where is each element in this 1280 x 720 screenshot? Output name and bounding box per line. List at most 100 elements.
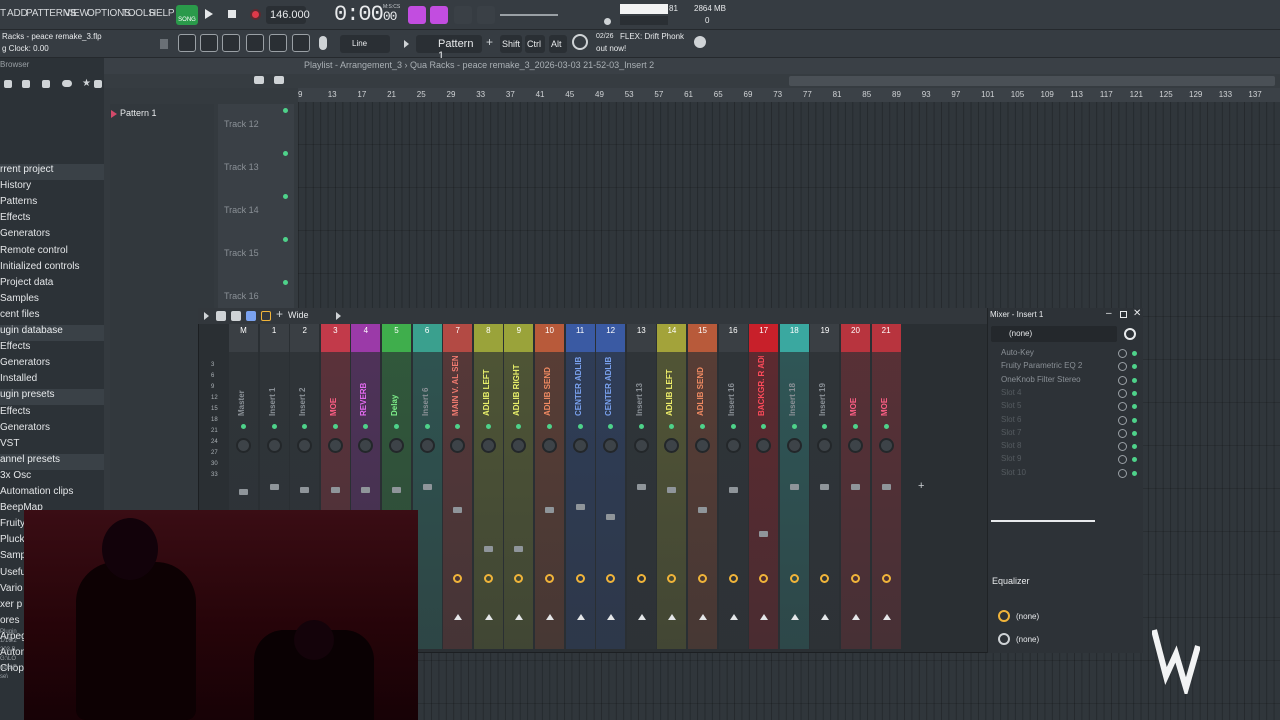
insert-slot-mix-knob[interactable]: [1118, 428, 1127, 438]
browser-item[interactable]: cent files: [0, 309, 104, 325]
browser-item[interactable]: Patterns: [0, 196, 104, 212]
mixer-route-arrow-icon[interactable]: [454, 614, 463, 620]
mixer-pan-knob[interactable]: [817, 438, 833, 453]
track-label[interactable]: Track 13: [224, 162, 259, 172]
mixer-pan-knob[interactable]: [725, 438, 741, 453]
insert-slot-mix-knob[interactable]: [1118, 349, 1127, 358]
browser-options-icon[interactable]: [94, 80, 102, 88]
mixer-strip[interactable]: 21 MOE: [871, 324, 901, 649]
insert-preset-selector[interactable]: (none): [991, 326, 1117, 342]
hint-title[interactable]: FLEX: Drift Phonk: [620, 32, 684, 41]
browser-section-header[interactable]: rrent project: [0, 164, 104, 180]
mixer-send-knob[interactable]: [453, 574, 463, 583]
mixer-strip[interactable]: 15 ADLIB SEND: [688, 324, 717, 649]
track-mute-led[interactable]: [283, 194, 288, 199]
mixer-pan-knob[interactable]: [786, 438, 802, 453]
master-pitch-knob[interactable]: [604, 18, 611, 25]
mixer-send-knob[interactable]: [789, 574, 799, 583]
browser-star-icon[interactable]: ★: [82, 78, 91, 89]
insert-maximize-icon[interactable]: [1120, 311, 1127, 318]
insert-slot-enable-led[interactable]: [1132, 351, 1137, 356]
mixer-send-knob[interactable]: [667, 574, 677, 583]
insert-slot-enable-led[interactable]: [1132, 417, 1137, 423]
mixer-strip-enable-led[interactable]: [638, 424, 644, 429]
pattern-list-item[interactable]: Pattern 1: [110, 108, 210, 120]
mixer-volume-fader[interactable]: [759, 531, 769, 537]
mixer-strip-enable-led[interactable]: [791, 424, 797, 429]
master-volume-slider[interactable]: [500, 14, 558, 16]
insert-slot[interactable]: Slot 9: [993, 454, 1115, 466]
mixer-pan-knob[interactable]: [756, 438, 772, 453]
mixer-strip[interactable]: 17 BACKGR. R ADLIB: [749, 324, 779, 649]
alt-key[interactable]: Alt: [549, 35, 567, 53]
browser-item[interactable]: Effects: [0, 212, 104, 228]
mixer-strip-enable-led[interactable]: [669, 424, 675, 429]
mixer-menu-icon[interactable]: [204, 312, 209, 320]
mixer-volume-fader[interactable]: [330, 487, 340, 493]
snap-selector[interactable]: Line: [340, 35, 390, 53]
mixer-width-label[interactable]: Wide: [288, 310, 309, 320]
browser-item[interactable]: Generators: [0, 357, 104, 373]
browser-item[interactable]: Effects: [0, 406, 104, 422]
mixer-send-knob[interactable]: [759, 574, 769, 583]
browser-section-header[interactable]: ugin presets: [0, 389, 104, 406]
track-label[interactable]: Track 12: [224, 119, 259, 129]
news-icon[interactable]: [572, 34, 588, 50]
mixer-send-knob[interactable]: [636, 574, 646, 583]
track-label[interactable]: Track 14: [224, 205, 259, 215]
mixer-pan-knob[interactable]: [419, 438, 435, 453]
mixer-strip-enable-led[interactable]: [302, 424, 308, 429]
mixer-strip[interactable]: 10 ADLIB SEND: [535, 324, 564, 649]
mixer-volume-fader[interactable]: [789, 484, 799, 490]
mixer-volume-fader[interactable]: [575, 504, 585, 510]
mixer-strip[interactable]: 11 CENTER ADLIB: [565, 324, 595, 649]
mixer-pan-knob[interactable]: [572, 438, 588, 453]
mixer-strip[interactable]: 7 MAIN V. AL SEND: [443, 324, 473, 649]
mixer-pan-knob[interactable]: [358, 438, 374, 453]
insert-slot[interactable]: Slot 6: [993, 415, 1115, 427]
mixer-pan-knob[interactable]: [327, 438, 343, 453]
mixer-export-icon[interactable]: [231, 311, 241, 321]
online-icon[interactable]: [694, 36, 706, 48]
record-icon[interactable]: [250, 9, 261, 20]
track-mute-led[interactable]: [283, 280, 288, 285]
mixer-strip-enable-led[interactable]: [883, 424, 889, 429]
browser-item[interactable]: Generators: [0, 228, 104, 244]
menu-add[interactable]: ADD: [7, 8, 28, 19]
mixer-route-arrow-icon[interactable]: [637, 614, 646, 620]
mixer-strip-enable-led[interactable]: [271, 424, 277, 429]
insert-clock-icon[interactable]: [1124, 328, 1136, 340]
mixer-route-arrow-icon[interactable]: [760, 614, 769, 620]
browser-section-header[interactable]: annel presets: [0, 453, 104, 470]
insert-slot[interactable]: Auto-Key: [993, 348, 1115, 360]
mixer-add-icon[interactable]: +: [276, 307, 283, 321]
blend-icon[interactable]: [454, 6, 472, 24]
mixer-pan-knob[interactable]: [848, 438, 863, 453]
mixer-route-arrow-icon[interactable]: [852, 614, 860, 620]
mixer-strip[interactable]: 9 ADLIB RIGHT: [504, 324, 534, 649]
track-mute-led[interactable]: [283, 108, 288, 113]
insert-slot-mix-knob[interactable]: [1118, 388, 1127, 398]
insert-slot[interactable]: Slot 4: [993, 388, 1115, 400]
mixer-expand-icon[interactable]: [336, 312, 341, 320]
mixer-volume-fader[interactable]: [514, 546, 524, 552]
mixer-strip-enable-led[interactable]: [700, 424, 705, 429]
mixer-route-arrow-icon[interactable]: [699, 614, 707, 620]
mixer-volume-fader[interactable]: [698, 507, 707, 513]
mixer-pan-knob[interactable]: [389, 438, 404, 453]
mixer-volume-fader[interactable]: [636, 484, 646, 490]
browser-item[interactable]: Initialized controls: [0, 261, 104, 277]
mixer-strip[interactable]: 8 ADLIB LEFT: [473, 324, 503, 649]
mixer-pan-knob[interactable]: [664, 438, 680, 453]
mixer-volume-fader[interactable]: [881, 484, 891, 490]
stop-icon[interactable]: [228, 10, 236, 18]
browser-item[interactable]: 3x Osc: [0, 470, 104, 486]
mixer-strip-enable-led[interactable]: [485, 424, 491, 429]
mixer-send-knob[interactable]: [851, 574, 860, 583]
plugin-picker-icon[interactable]: [292, 34, 310, 52]
browser-item[interactable]: Installed: [0, 373, 104, 389]
output-selector-2[interactable]: (none): [1016, 633, 1136, 647]
browser-item[interactable]: VST: [0, 438, 104, 454]
move-icon[interactable]: [254, 76, 264, 84]
mixer-strip[interactable]: 14 ADLIB LEFT: [657, 324, 687, 649]
